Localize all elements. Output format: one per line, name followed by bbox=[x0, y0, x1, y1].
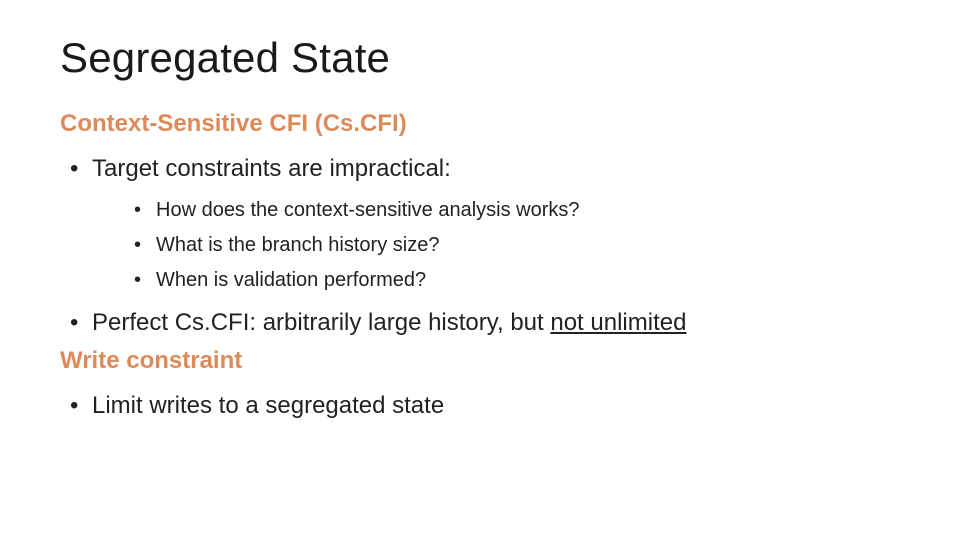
list-item: When is validation performed? bbox=[122, 263, 900, 298]
list-item-text: Target constraints are impractical: bbox=[92, 155, 451, 182]
list-item: How does the context-sensitive analysis … bbox=[122, 193, 900, 228]
list-item: Limit writes to a segregated state bbox=[60, 387, 900, 424]
underlined-text: not unlimited bbox=[550, 309, 686, 336]
list-item: What is the branch history size? bbox=[122, 228, 900, 263]
list-item: Perfect Cs.CFI: arbitrarily large histor… bbox=[60, 304, 900, 341]
bullet-list: Limit writes to a segregated state bbox=[60, 387, 900, 424]
section-heading-write-constraint: Write constraint bbox=[60, 347, 900, 375]
sub-list: How does the context-sensitive analysis … bbox=[122, 193, 900, 298]
list-item-text: Perfect Cs.CFI: arbitrarily large histor… bbox=[92, 309, 550, 336]
list-item: Target constraints are impractical: How … bbox=[60, 150, 900, 298]
slide: Segregated State Context-Sensitive CFI (… bbox=[0, 0, 960, 540]
section-heading-cscfi: Context-Sensitive CFI (Cs.CFI) bbox=[60, 110, 900, 138]
slide-body: Context-Sensitive CFI (Cs.CFI) Target co… bbox=[60, 110, 900, 425]
page-title: Segregated State bbox=[60, 34, 900, 82]
bullet-list: Target constraints are impractical: How … bbox=[60, 150, 900, 341]
